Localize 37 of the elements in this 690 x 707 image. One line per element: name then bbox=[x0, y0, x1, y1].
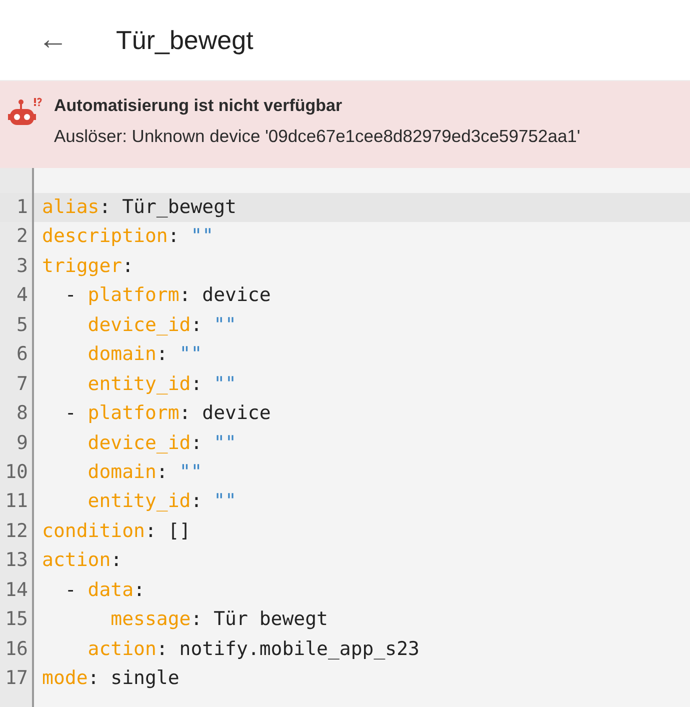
line-number: 3 bbox=[16, 254, 28, 277]
code-line: mode: single bbox=[41, 666, 180, 691]
line-number: 17 bbox=[5, 667, 28, 689]
line-number: 7 bbox=[16, 372, 28, 395]
code-line: message: Tür bewegt bbox=[110, 607, 329, 632]
code-line: description: "" bbox=[41, 224, 215, 250]
line-number: 2 bbox=[16, 225, 28, 248]
code-line: condition: [] bbox=[41, 518, 192, 544]
code-line: - platform: device bbox=[64, 283, 272, 308]
alert-message: Auslöser: Unknown device '09dce67e1cee8d82979ed3ce59752aa1' bbox=[54, 124, 580, 148]
code-line: action: bbox=[41, 548, 124, 574]
alert-title: Automatisierung ist nicht verfügbar bbox=[54, 95, 344, 117]
line-number: 9 bbox=[16, 432, 28, 454]
line-number: 12 bbox=[5, 520, 28, 542]
back-button[interactable]: ← bbox=[34, 25, 72, 55]
line-number: 14 bbox=[5, 578, 28, 601]
code-line: device_id: "" bbox=[86, 312, 238, 338]
line-number: 11 bbox=[5, 490, 28, 512]
code-line: action: notify.mobile_app_s23 bbox=[86, 636, 420, 662]
line-number: 5 bbox=[16, 314, 28, 336]
code-line: device_id: "" bbox=[86, 430, 238, 456]
line-number: 10 bbox=[5, 460, 28, 483]
code-line: domain: "" bbox=[86, 460, 204, 485]
code-line: entity_id: "" bbox=[86, 372, 238, 397]
code-line: domain: "" bbox=[86, 342, 204, 368]
line-number: 8 bbox=[16, 402, 28, 424]
code-line: trigger: bbox=[41, 254, 135, 279]
line-number: 15 bbox=[5, 608, 28, 630]
code-line: - data: bbox=[64, 578, 146, 603]
line-number: 13 bbox=[5, 549, 28, 572]
code-line: entity_id: "" bbox=[86, 489, 238, 514]
line-number: 6 bbox=[16, 343, 28, 366]
line-number: 16 bbox=[5, 638, 28, 660]
page-title: Tür_bewegt bbox=[116, 24, 254, 56]
code-line: - platform: device bbox=[64, 401, 272, 426]
line-number: 1 bbox=[16, 196, 28, 218]
line-number: 4 bbox=[16, 284, 28, 306]
